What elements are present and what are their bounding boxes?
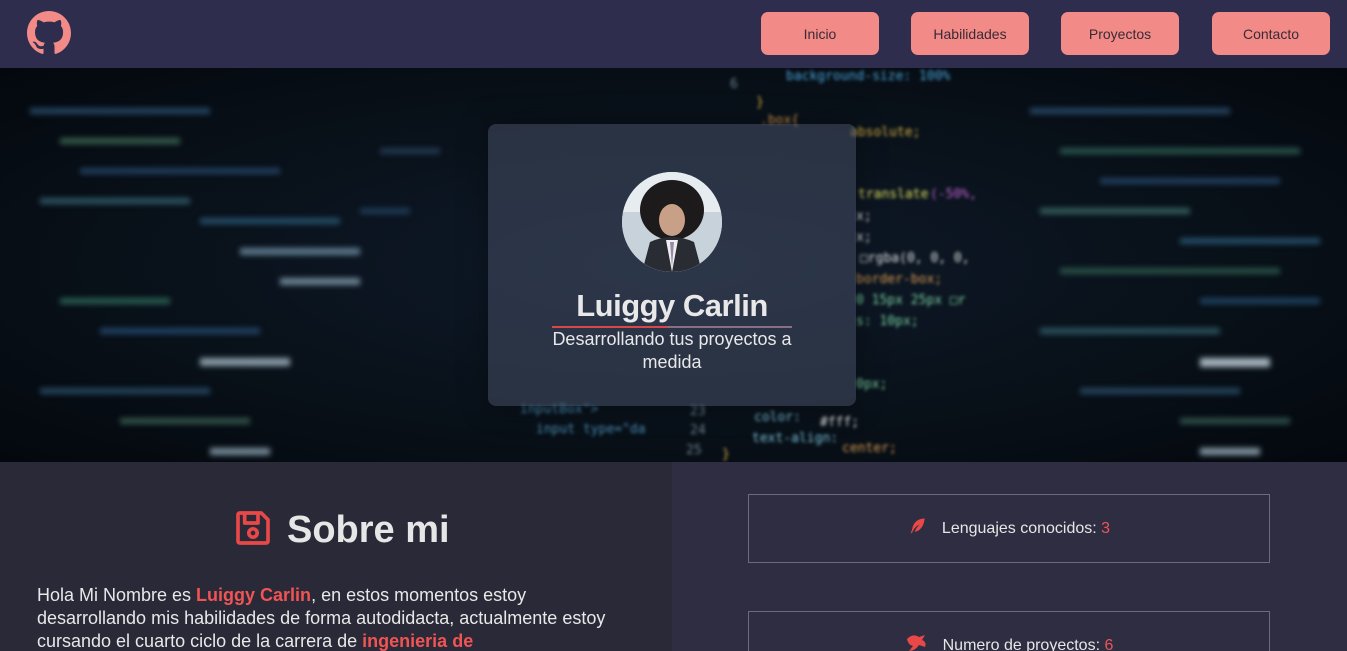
hero-subtitle: Desarrollando tus proyectos a medida xyxy=(552,329,792,372)
about-heading: Sobre mi xyxy=(233,508,450,553)
svg-text:}: } xyxy=(722,447,730,462)
svg-text:25: 25 xyxy=(686,443,702,458)
nav-contacto-button[interactable]: Contacto xyxy=(1212,12,1330,55)
stat-projects-label: Numero de proyectos: xyxy=(942,636,1101,651)
career-highlight: ingenieria de xyxy=(362,631,474,651)
stat-languages: Lenguajes conocidos: 3 xyxy=(748,494,1270,563)
about-section: Sobre mi Hola Mi Nombre es Luiggy Carlin… xyxy=(0,462,672,651)
stat-projects-value: 6 xyxy=(1104,636,1114,651)
profile-avatar xyxy=(622,172,722,272)
svg-text:border-box;: border-box; xyxy=(856,272,942,287)
feather-icon xyxy=(908,516,928,541)
svg-text:}: } xyxy=(756,95,764,110)
profile-card: Luiggy Carlin Desarrollando tus proyecto… xyxy=(488,124,856,406)
svg-text:□rgba(0, 0, 0,: □rgba(0, 0, 0, xyxy=(860,251,970,266)
svg-text:s: 10px;: s: 10px; xyxy=(856,314,919,329)
svg-text:6: 6 xyxy=(730,77,738,92)
svg-text:input type="da: input type="da xyxy=(536,422,646,437)
svg-text:text-align:: text-align: xyxy=(752,431,838,446)
svg-text:23: 23 xyxy=(690,404,706,419)
nav-habilidades-button[interactable]: Habilidades xyxy=(911,12,1029,55)
top-navbar: Inicio Habilidades Proyectos Contacto xyxy=(0,0,1347,68)
about-text-1: Hola Mi Nombre es xyxy=(37,585,197,605)
name-highlight: Luiggy Carlin xyxy=(196,585,312,605)
svg-text:center;: center; xyxy=(842,441,897,456)
github-icon[interactable] xyxy=(27,11,71,55)
svg-text:x;: x; xyxy=(856,230,872,245)
about-paragraph: Hola Mi Nombre es Luiggy Carlin, en esto… xyxy=(37,584,627,651)
hero-name: Luiggy Carlin xyxy=(576,288,768,323)
svg-text:background-size: 100%: background-size: 100% xyxy=(786,69,951,84)
svg-text:#fff;: #fff; xyxy=(820,415,859,430)
svg-text:color:: color: xyxy=(754,410,801,425)
hero-banner: 6 background-size: 100% } .box{ absolute… xyxy=(0,68,1347,462)
svg-text:(-50%,: (-50%, xyxy=(930,187,977,202)
floppy-disk-icon xyxy=(233,508,273,553)
svg-text:translate: translate xyxy=(858,187,929,202)
nav-proyectos-button[interactable]: Proyectos xyxy=(1061,12,1179,55)
svg-text:x;: x; xyxy=(856,209,872,224)
svg-text:0px;: 0px; xyxy=(856,377,887,392)
about-title: Sobre mi xyxy=(287,509,450,551)
svg-text:absolute;: absolute; xyxy=(850,125,920,140)
svg-text:24: 24 xyxy=(690,423,706,438)
stat-projects: Numero de proyectos: 6 xyxy=(748,611,1270,651)
nav-inicio-button[interactable]: Inicio xyxy=(761,12,879,55)
stat-languages-value: 3 xyxy=(1101,519,1111,537)
stats-section: Lenguajes conocidos: 3 Numero de proyect… xyxy=(672,462,1347,651)
dragon-icon xyxy=(905,633,929,651)
stat-languages-label: Lenguajes conocidos: xyxy=(941,519,1097,537)
svg-text:0 15px 25px □r: 0 15px 25px □r xyxy=(856,293,966,308)
